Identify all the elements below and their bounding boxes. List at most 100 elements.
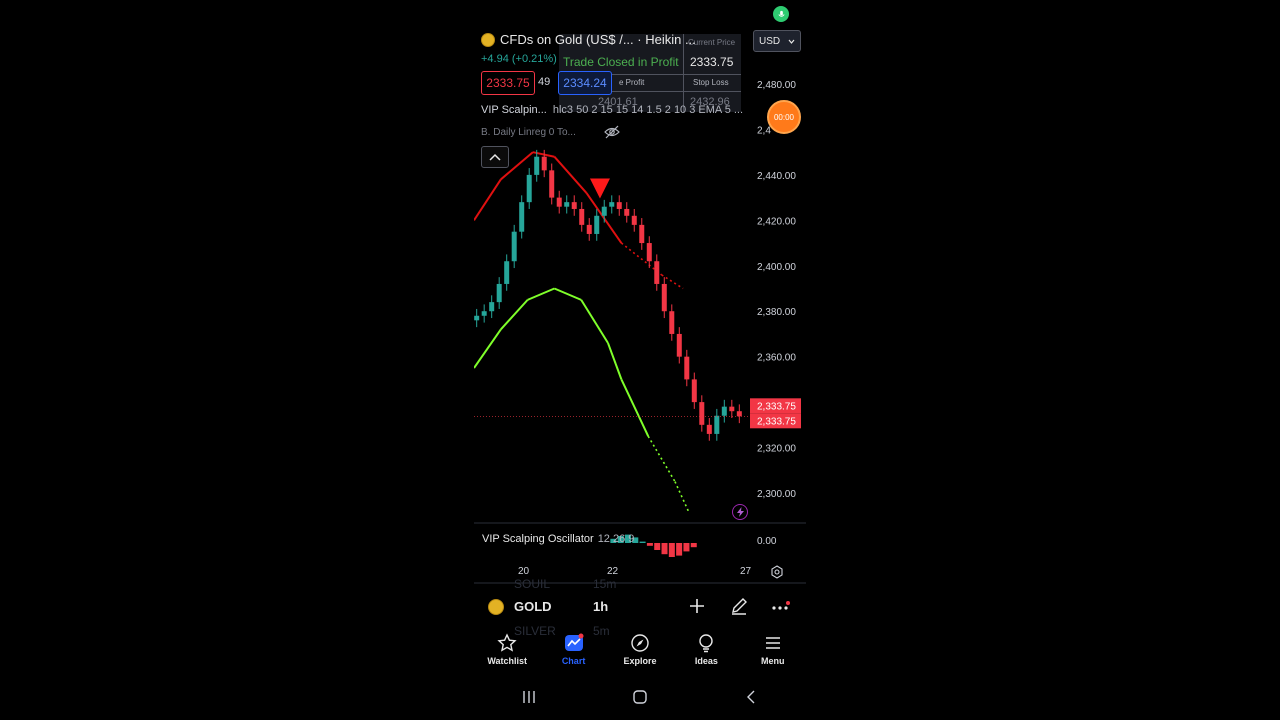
candle-body — [594, 215, 600, 234]
candle-body — [714, 415, 720, 434]
candle-body — [706, 424, 712, 434]
sell-button[interactable]: 2333.75 — [481, 71, 535, 95]
candle-body — [736, 411, 742, 417]
symbol-title[interactable]: CFDs on Gold (US$ /... · Heikin ... — [481, 32, 696, 47]
timeframe-selector[interactable]: 1h — [593, 599, 608, 614]
lower-band-line — [620, 378, 650, 437]
y-tick-label: 2,400.00 — [757, 262, 796, 273]
candle-body — [639, 224, 645, 244]
oscillator-name: VIP Scalping Oscillator — [482, 533, 594, 545]
candle-body — [654, 261, 660, 284]
nav-label: Chart — [561, 656, 586, 666]
candle-body — [489, 302, 495, 312]
oscillator-bar — [654, 543, 661, 550]
currency-value: USD — [759, 35, 781, 47]
candle-body — [699, 402, 705, 425]
stop-loss-label: Stop Loss — [693, 78, 729, 87]
currency-select[interactable]: USD — [753, 30, 801, 52]
nav-label: Menu — [761, 656, 785, 666]
lower-band-line — [580, 299, 609, 344]
system-nav-bar — [474, 682, 806, 712]
chevron-up-icon — [489, 153, 501, 161]
candle-body — [556, 197, 562, 207]
chart-icon — [564, 633, 584, 651]
current-price-value: 2333.75 — [690, 55, 734, 69]
collapse-legend-button[interactable] — [481, 146, 509, 168]
x-tick-label: 27 — [740, 566, 752, 577]
candle-body — [661, 283, 667, 312]
lower-band-line — [500, 299, 529, 331]
nav-ideas[interactable]: Ideas — [673, 633, 739, 677]
candle-body — [571, 202, 577, 209]
phone-screen: 2,480.00 2,4 2,440.00 2,420.00 2,400.00 2,380… — [474, 0, 806, 720]
candle-body — [496, 283, 502, 303]
y-tick-label: 2,360.00 — [757, 353, 796, 364]
nav-watchlist[interactable]: Watchlist — [474, 633, 540, 677]
lower-band-line — [554, 287, 582, 301]
recent-apps-icon[interactable] — [521, 689, 537, 705]
lightbulb-icon — [699, 634, 714, 653]
y-tick-label: 2,420.00 — [757, 216, 796, 227]
candle-body — [526, 174, 532, 203]
candle-body — [504, 261, 510, 284]
candle-body — [534, 156, 540, 175]
lower-band-line — [527, 287, 555, 301]
more-icon[interactable] — [771, 601, 791, 613]
indicator-name: VIP Scalpin... — [481, 104, 547, 116]
compass-icon — [631, 634, 649, 652]
lower-band-line — [647, 435, 676, 483]
oscillator-bar — [668, 543, 675, 557]
candle-body — [474, 315, 480, 321]
candle-body — [669, 311, 675, 334]
candle-body — [721, 406, 727, 416]
pen-icon[interactable] — [730, 597, 748, 615]
candle-body — [541, 156, 547, 171]
candle-body — [511, 231, 517, 262]
indicator-legend-linreg[interactable]: B. Daily Linreg 0 To... — [481, 127, 576, 138]
home-icon[interactable] — [632, 689, 648, 705]
candle-body — [519, 202, 525, 232]
take-profit-label: e Profit — [619, 78, 645, 87]
nav-explore[interactable]: Explore — [607, 633, 673, 677]
y-tick-label: 2,440.00 — [757, 171, 796, 182]
ghost-symbol-above: SOUIL — [514, 577, 551, 591]
oscillator-bar — [676, 543, 683, 556]
oscillator-bar — [661, 543, 668, 555]
back-icon[interactable] — [743, 689, 759, 705]
oscillator-legend[interactable]: VIP Scalping Oscillator 12 26 9 — [482, 533, 634, 545]
nav-label: Watchlist — [487, 656, 528, 666]
trade-status: Trade Closed in Profit — [563, 55, 679, 69]
countdown-timer[interactable]: 00:00 — [767, 100, 801, 134]
candle-body — [549, 170, 555, 198]
upper-band-line — [553, 156, 588, 194]
hidden-eye-icon[interactable] — [604, 125, 620, 139]
chevron-down-icon — [788, 39, 795, 44]
candle-body — [586, 224, 592, 234]
oscillator-bar — [639, 541, 646, 543]
upper-band-line — [532, 151, 555, 158]
lightning-icon[interactable] — [732, 504, 748, 520]
symbol-selector[interactable]: GOLD — [514, 599, 552, 614]
chart-settings-icon[interactable] — [770, 565, 784, 579]
candle-body — [729, 406, 735, 412]
star-icon — [497, 633, 517, 652]
indicator-args: hlc3 50 2 15 15 14 1.5 2 10 3 EMA 5 ... — [552, 104, 744, 116]
candle-body — [601, 206, 607, 216]
candle-body — [564, 202, 570, 207]
lower-band-line — [674, 481, 690, 512]
lower-band-line — [607, 342, 623, 380]
sell-signal-marker — [589, 178, 610, 199]
y-tick-label: 2,300.00 — [757, 489, 796, 500]
buy-button[interactable]: 2334.24 — [558, 71, 612, 95]
candle-body — [691, 379, 697, 403]
x-tick-label: 22 — [607, 566, 619, 577]
indicator-legend-main[interactable]: VIP Scalpin... hlc3 50 2 15 15 14 1.5 2 1… — [481, 104, 743, 116]
candle-body — [631, 215, 637, 225]
nav-menu[interactable]: Menu — [740, 633, 806, 677]
plus-icon[interactable] — [688, 597, 706, 615]
y-tick-label: 2,380.00 — [757, 307, 796, 318]
symbol-title-text: CFDs on Gold (US$ /... · Heikin ... — [500, 32, 696, 47]
oscillator-zero-label: 0.00 — [757, 536, 777, 547]
nav-chart[interactable]: Chart — [541, 633, 607, 677]
nav-label: Ideas — [694, 656, 718, 666]
